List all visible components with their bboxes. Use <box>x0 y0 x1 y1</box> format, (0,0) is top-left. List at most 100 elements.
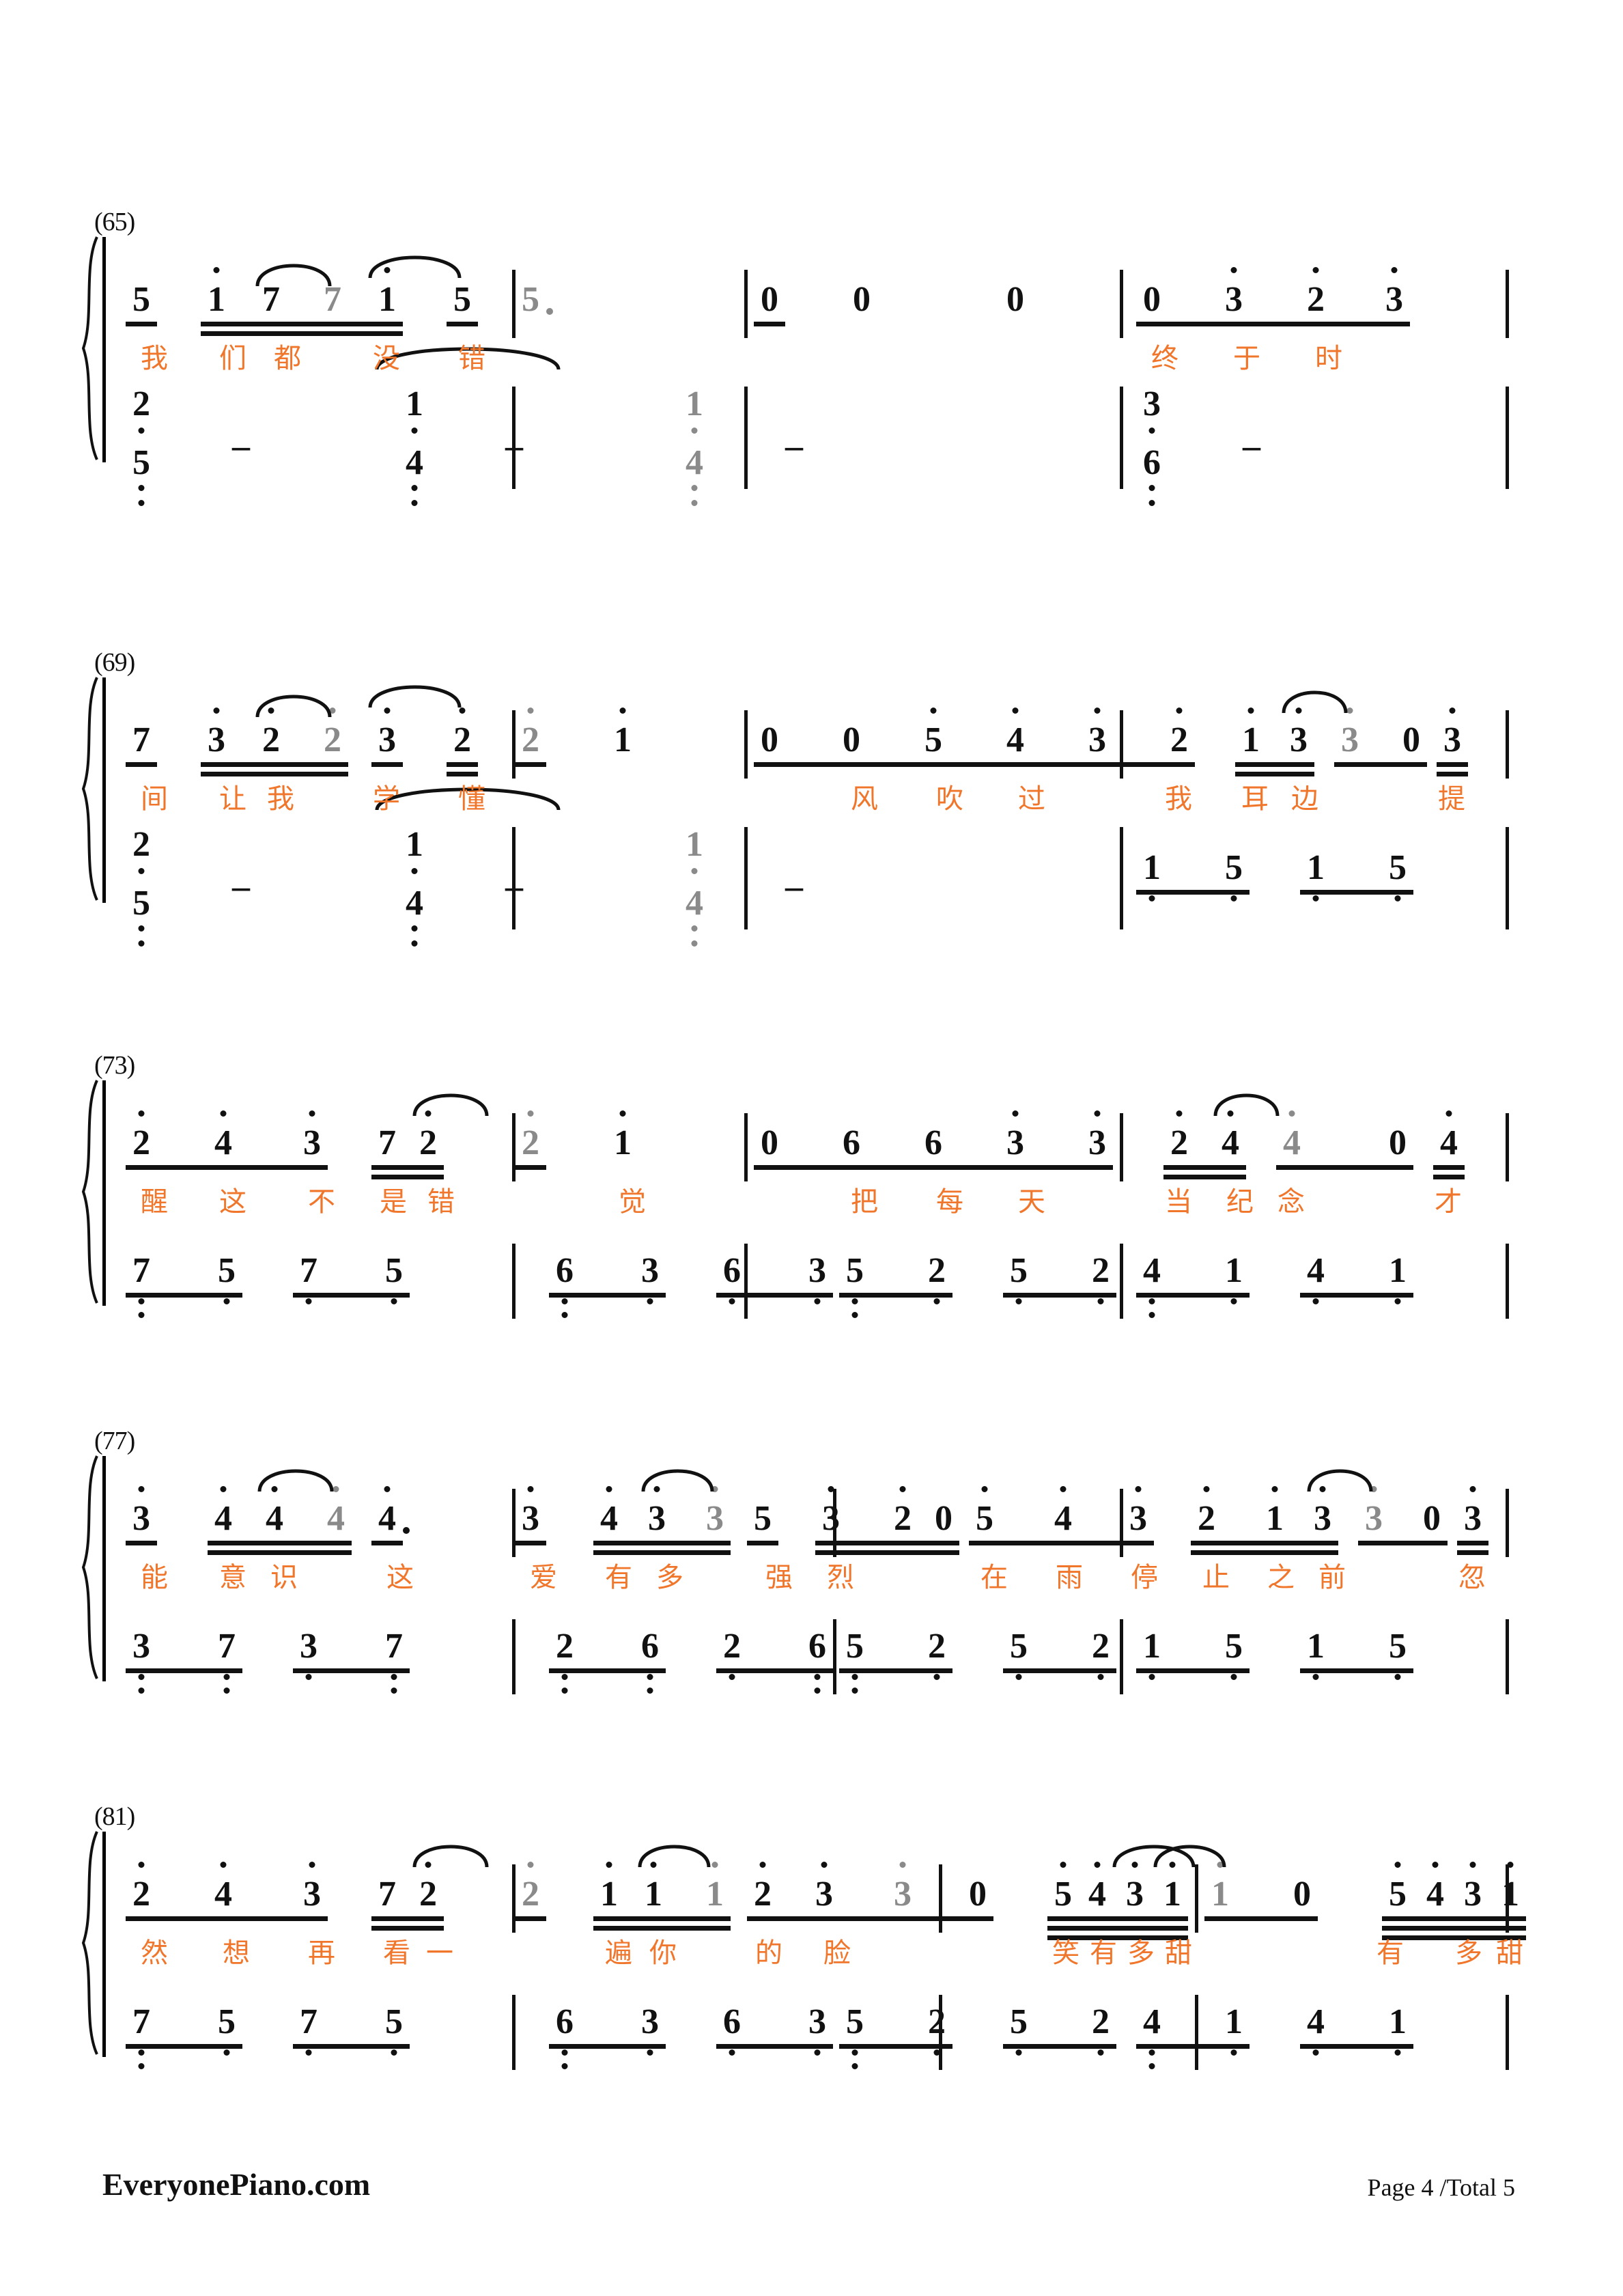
barline <box>1506 387 1509 489</box>
melody-note: 1 <box>1263 1486 1286 1537</box>
melody-note: 2 <box>130 1862 153 1912</box>
bass-note: 5 <box>382 2004 406 2056</box>
melody-note: 3 <box>1086 1110 1109 1161</box>
bass-beam <box>549 1668 666 1673</box>
bass-beam <box>1136 1293 1250 1298</box>
melody-note: 4 <box>212 1486 235 1537</box>
note-beam <box>747 1541 778 1545</box>
octave-down-dot <box>223 1674 230 1680</box>
lyric-syllable: 爱 <box>530 1562 557 1593</box>
barline <box>744 1113 748 1181</box>
bass-beam <box>1136 890 1250 895</box>
octave-up-dot <box>333 1486 339 1492</box>
melody-note: 7 <box>132 720 150 759</box>
octave-down-dot <box>138 1298 145 1304</box>
note-beam <box>447 772 478 776</box>
note-beam <box>447 762 478 767</box>
bass-beam <box>126 1293 242 1298</box>
lyric-syllable: 都 <box>274 343 301 374</box>
bass-beam <box>1300 1293 1413 1298</box>
lyric-syllable: 我 <box>141 343 168 374</box>
bass-note: 3 <box>297 1629 320 1680</box>
melody-note: 0 <box>1006 280 1024 319</box>
octave-up-dot <box>1394 1862 1401 1868</box>
octave-down-dot <box>1312 1674 1319 1680</box>
melody-note: 0 <box>1143 280 1161 319</box>
note-beam <box>1047 1926 1188 1931</box>
lyric-syllable: 笑 <box>1052 1937 1079 1969</box>
octave-up-dot <box>220 1110 227 1117</box>
bass-note: 5 <box>1007 1253 1030 1304</box>
lyric-syllable: 才 <box>1435 1186 1462 1218</box>
octave-down-dot <box>411 925 418 932</box>
note-beam <box>371 762 403 767</box>
bass-beam <box>716 1293 833 1298</box>
bass-note: 2 <box>925 1253 948 1304</box>
note-beam <box>447 322 478 326</box>
bass-note: 2 <box>720 1629 744 1680</box>
barline <box>833 1619 836 1694</box>
melody-note: 4 <box>1437 1110 1460 1161</box>
melody-note: 3 <box>300 1862 324 1912</box>
system-5: (81) 2 4 3 7 2 2 1 1 1 2 3 3 0 5 4 3 1 1 0 5 4 3 1 然想再看一遍你的脸笑有多甜… <box>81 1802 1526 2097</box>
barline <box>1506 710 1509 779</box>
note-beam <box>1191 1550 1338 1555</box>
melody-note: 1 <box>611 1110 634 1161</box>
lyric-syllable: 耳 <box>1241 783 1269 815</box>
lyric-syllable: 止 <box>1202 1562 1230 1593</box>
octave-down-dot <box>223 2049 230 2056</box>
melody-note: 4 <box>324 1486 348 1537</box>
bass-note: 5 <box>843 2004 866 2069</box>
lyric-syllable: 忽 <box>1458 1562 1486 1593</box>
tie-slur <box>255 687 332 718</box>
melody-note: 5 <box>1386 1862 1409 1912</box>
melody-note: 2 <box>417 1862 440 1912</box>
melody-note: 0 <box>843 720 860 759</box>
bass-note: 1 <box>1304 1629 1327 1680</box>
octave-down-dot <box>411 940 418 947</box>
bass-chord-bottom: 4 <box>683 886 706 947</box>
lyric-syllable: 看 <box>383 1937 410 1969</box>
octave-up-dot <box>1094 1110 1101 1117</box>
note-beam <box>371 1175 444 1179</box>
lyric-syllable: 天 <box>1018 1186 1045 1218</box>
note-beam <box>126 322 157 326</box>
note-beam <box>1433 1175 1465 1179</box>
octave-down-dot <box>138 1674 145 1680</box>
octave-down-dot <box>1312 895 1319 901</box>
note-beam <box>593 1916 731 1921</box>
melody-note: 2 <box>519 1862 542 1912</box>
bass-note: 6 <box>720 2004 744 2056</box>
octave-up-dot <box>1230 267 1237 273</box>
melody-note: 5 <box>754 1499 772 1538</box>
octave-down-dot <box>411 868 418 874</box>
page-number: Page 4 /Total 5 <box>1367 2174 1515 2201</box>
tie-slur <box>1282 683 1348 714</box>
melody-note: 2 <box>130 1110 153 1161</box>
melody-note: 1 <box>376 267 399 318</box>
lyric-syllable: 这 <box>219 1186 246 1218</box>
bass-chord-top: 1 <box>403 827 426 874</box>
barline <box>512 387 516 489</box>
octave-down-dot <box>1148 2063 1155 2069</box>
barline <box>1120 1113 1123 1181</box>
bass-note: 1 <box>1304 850 1327 901</box>
lyric-syllable: 醒 <box>141 1186 168 1218</box>
bass-note: 3 <box>638 2004 662 2056</box>
tie-slur <box>1153 1837 1226 1868</box>
octave-down-dot <box>1148 1674 1155 1680</box>
bass-chord-bottom: 5 <box>130 445 153 506</box>
bass-note: 2 <box>1089 1253 1112 1304</box>
note-beam <box>593 1550 731 1555</box>
page-footer: EveryonePiano.com Page 4 /Total 5 <box>0 2166 1623 2207</box>
bass-chord-top: 1 <box>683 827 706 874</box>
melody-staff: 24372210663324404醒这不是错觉把每天当纪念才 <box>102 1086 1516 1216</box>
note-beam <box>1163 1175 1246 1179</box>
melody-note: 0 <box>853 280 871 319</box>
note-beam <box>593 1541 731 1545</box>
melody-note: 1 <box>1161 1862 1184 1912</box>
lyric-syllable: 风 <box>851 783 878 815</box>
tie-slur <box>412 1086 489 1117</box>
octave-down-dot <box>138 940 145 947</box>
octave-up-dot <box>1176 708 1183 714</box>
